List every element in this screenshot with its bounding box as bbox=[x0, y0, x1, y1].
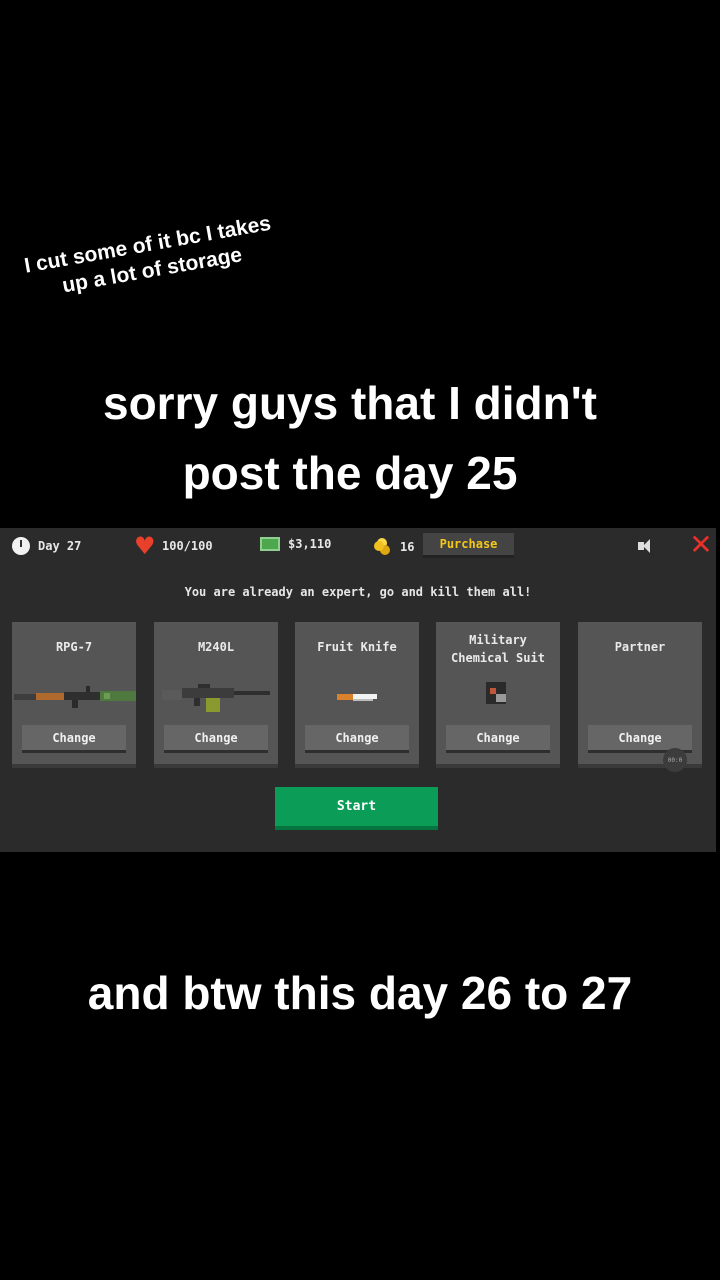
machine-gun-icon bbox=[154, 678, 278, 718]
close-icon[interactable]: ✕ bbox=[688, 531, 714, 559]
card-title-line2: Chemical Suit bbox=[451, 651, 545, 665]
tagline: You are already an expert, go and kill t… bbox=[184, 585, 532, 599]
cash-counter: $3,110 bbox=[260, 537, 331, 551]
card-title: M240L bbox=[197, 640, 235, 654]
loadout-card-m240l[interactable]: M240L Change bbox=[154, 622, 278, 768]
change-button[interactable]: Change bbox=[22, 725, 126, 753]
caption-bottom: and btw this day 26 to 27 bbox=[87, 967, 633, 1019]
loadout-card-rpg7[interactable]: RPG-7 Change bbox=[12, 622, 138, 768]
gas-mask-icon bbox=[436, 678, 560, 718]
loadout-card-chemical-suit[interactable]: Military Chemical Suit Change bbox=[436, 622, 560, 768]
change-button[interactable]: Change bbox=[305, 725, 409, 753]
caption-top-line2: post the day 25 bbox=[182, 447, 518, 499]
timer-badge: 00:0 bbox=[663, 748, 687, 772]
card-title: Partner bbox=[614, 640, 666, 654]
heart-icon bbox=[134, 532, 156, 560]
caption-top-line1: sorry guys that I didn't bbox=[103, 377, 597, 429]
purchase-button[interactable]: Purchase bbox=[423, 533, 514, 558]
card-title: RPG-7 bbox=[55, 640, 93, 654]
coin-value: 16 bbox=[400, 540, 415, 554]
game-screen: Day 27 100/100 $3,110 16 Purchase ✕ You … bbox=[0, 528, 716, 852]
cash-value: $3,110 bbox=[288, 537, 332, 551]
health-value: 100/100 bbox=[162, 539, 213, 553]
day-counter: Day 27 bbox=[12, 537, 81, 555]
card-title: Military Chemical Suit bbox=[436, 631, 560, 667]
card-title: Fruit Knife bbox=[317, 640, 397, 654]
rpg-weapon-icon bbox=[12, 678, 138, 718]
coin-icon bbox=[372, 537, 392, 557]
change-button[interactable]: Change bbox=[164, 725, 268, 753]
cash-icon bbox=[260, 537, 280, 551]
loadout-card-fruit-knife[interactable]: Fruit Knife Change bbox=[295, 622, 419, 768]
start-button[interactable]: Start bbox=[275, 787, 438, 830]
clock-icon bbox=[12, 537, 30, 555]
day-label: Day 27 bbox=[38, 539, 82, 553]
health-counter: 100/100 bbox=[134, 532, 213, 560]
knife-icon bbox=[295, 678, 419, 718]
sound-icon[interactable] bbox=[638, 539, 656, 553]
caption-top: sorry guys that I didn't post the day 25 bbox=[0, 368, 700, 508]
change-button[interactable]: Change bbox=[446, 725, 550, 753]
coin-counter: 16 bbox=[372, 537, 414, 557]
card-title-line1: Military bbox=[469, 633, 527, 647]
overlay-note: I cut some of it bc I takes up a lot of … bbox=[0, 206, 302, 309]
hud-bar: Day 27 100/100 $3,110 16 Purchase ✕ bbox=[0, 528, 716, 564]
loadout-card-partner[interactable]: Partner Change bbox=[578, 622, 702, 768]
